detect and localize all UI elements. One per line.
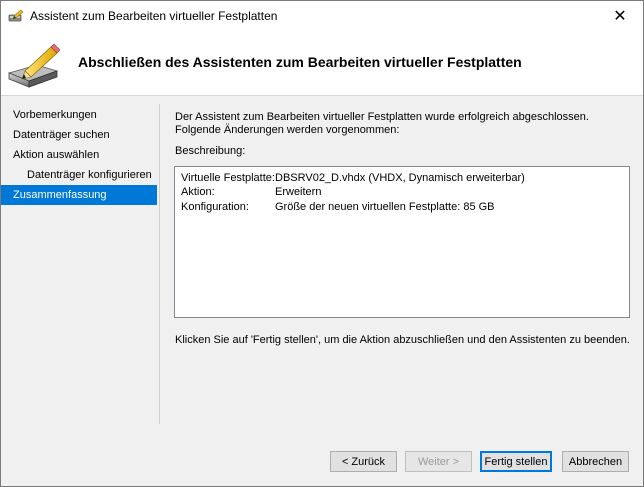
next-button[interactable]: Weiter >	[405, 451, 472, 472]
window-title: Assistent zum Bearbeiten virtueller Fest…	[30, 9, 278, 23]
finish-instructions: Klicken Sie auf 'Fertig stellen', um die…	[175, 334, 630, 346]
cancel-button[interactable]: Abbrechen	[562, 451, 629, 472]
disk-pencil-icon	[8, 9, 24, 22]
step-aktion-auswaehlen[interactable]: Aktion auswählen	[1, 145, 157, 165]
summary-key: Virtuelle Festplatte:	[181, 172, 275, 184]
description-label: Beschreibung:	[175, 145, 246, 157]
step-datentraeger-konfigurieren[interactable]: Datenträger konfigurieren	[1, 165, 157, 185]
disk-pencil-icon	[7, 43, 61, 88]
wizard-steps: Vorbemerkungen Datenträger suchen Aktion…	[1, 105, 159, 205]
summary-key: Aktion:	[181, 186, 215, 198]
nav-divider	[159, 104, 160, 424]
summary-key: Konfiguration:	[181, 201, 249, 213]
summary-value: Erweitern	[275, 186, 322, 198]
summary-box[interactable]: Virtuelle Festplatte: DBSRV02_D.vhdx (VH…	[174, 166, 630, 318]
close-button[interactable]: ✕	[597, 1, 643, 31]
intro-text: Der Assistent zum Bearbeiten virtueller …	[175, 111, 589, 136]
summary-content: Der Assistent zum Bearbeiten virtueller …	[175, 111, 633, 137]
step-vorbemerkungen[interactable]: Vorbemerkungen	[1, 105, 157, 125]
step-datentraeger-suchen[interactable]: Datenträger suchen	[1, 125, 157, 145]
back-button[interactable]: < Zurück	[330, 451, 397, 472]
summary-value: Größe der neuen virtuellen Festplatte: 8…	[275, 201, 495, 213]
wizard-window: Assistent zum Bearbeiten virtueller Fest…	[0, 0, 644, 487]
step-zusammenfassung[interactable]: Zusammenfassung	[1, 185, 157, 205]
page-heading: Abschließen des Assistenten zum Bearbeit…	[78, 54, 522, 70]
summary-value: DBSRV02_D.vhdx (VHDX, Dynamisch erweiter…	[275, 172, 525, 184]
finish-button[interactable]: Fertig stellen	[480, 451, 552, 472]
title-bar[interactable]: Assistent zum Bearbeiten virtueller Fest…	[1, 1, 643, 31]
wizard-header: Abschließen des Assistenten zum Bearbeit…	[1, 31, 643, 96]
